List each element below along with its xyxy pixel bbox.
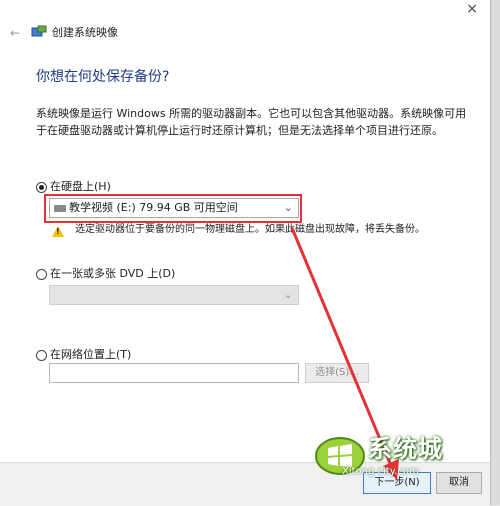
dvd-radio[interactable] xyxy=(36,269,47,280)
dvd-drive-select: ⌄ xyxy=(49,285,299,305)
backup-wizard-icon xyxy=(31,25,47,37)
chevron-down-icon: ⌄ xyxy=(283,288,293,301)
select-network-button: 选择(S)... xyxy=(305,363,369,383)
dvd-label[interactable]: 在一张或多张 DVD 上(D) xyxy=(50,267,175,281)
hard-disk-radio[interactable] xyxy=(36,182,47,193)
close-icon[interactable]: × xyxy=(466,2,478,16)
watermark-brand: 系统城 xyxy=(368,435,443,463)
network-path-input[interactable] xyxy=(49,363,299,383)
annotation-highlight-box xyxy=(44,194,302,223)
background-strip xyxy=(491,0,500,505)
create-system-image-window: ← 创建系统映像 × 你想在何处保存备份? 系统映像是运行 Windows 所需… xyxy=(0,0,491,505)
cancel-button[interactable]: 取消 xyxy=(436,472,482,494)
network-label[interactable]: 在网络位置上(T) xyxy=(50,348,131,362)
wizard-title: 创建系统映像 xyxy=(52,26,118,39)
title-bar: ← 创建系统映像 × xyxy=(0,0,490,44)
back-arrow-icon[interactable]: ← xyxy=(10,27,20,39)
description-text: 系统映像是运行 Windows 所需的驱动器副本。它也可以包含其他驱动器。系统映… xyxy=(36,107,467,137)
network-radio[interactable] xyxy=(36,350,47,361)
warning-icon: ! xyxy=(52,226,64,237)
warning-text: 选定驱动器位于要备份的同一物理磁盘上。如果此磁盘出现故障，将丢失备份。 xyxy=(75,224,425,235)
page-title: 你想在何处保存备份? xyxy=(36,69,170,85)
watermark-url: Xitong city.com xyxy=(342,466,419,477)
hard-disk-label[interactable]: 在硬盘上(H) xyxy=(50,180,111,194)
